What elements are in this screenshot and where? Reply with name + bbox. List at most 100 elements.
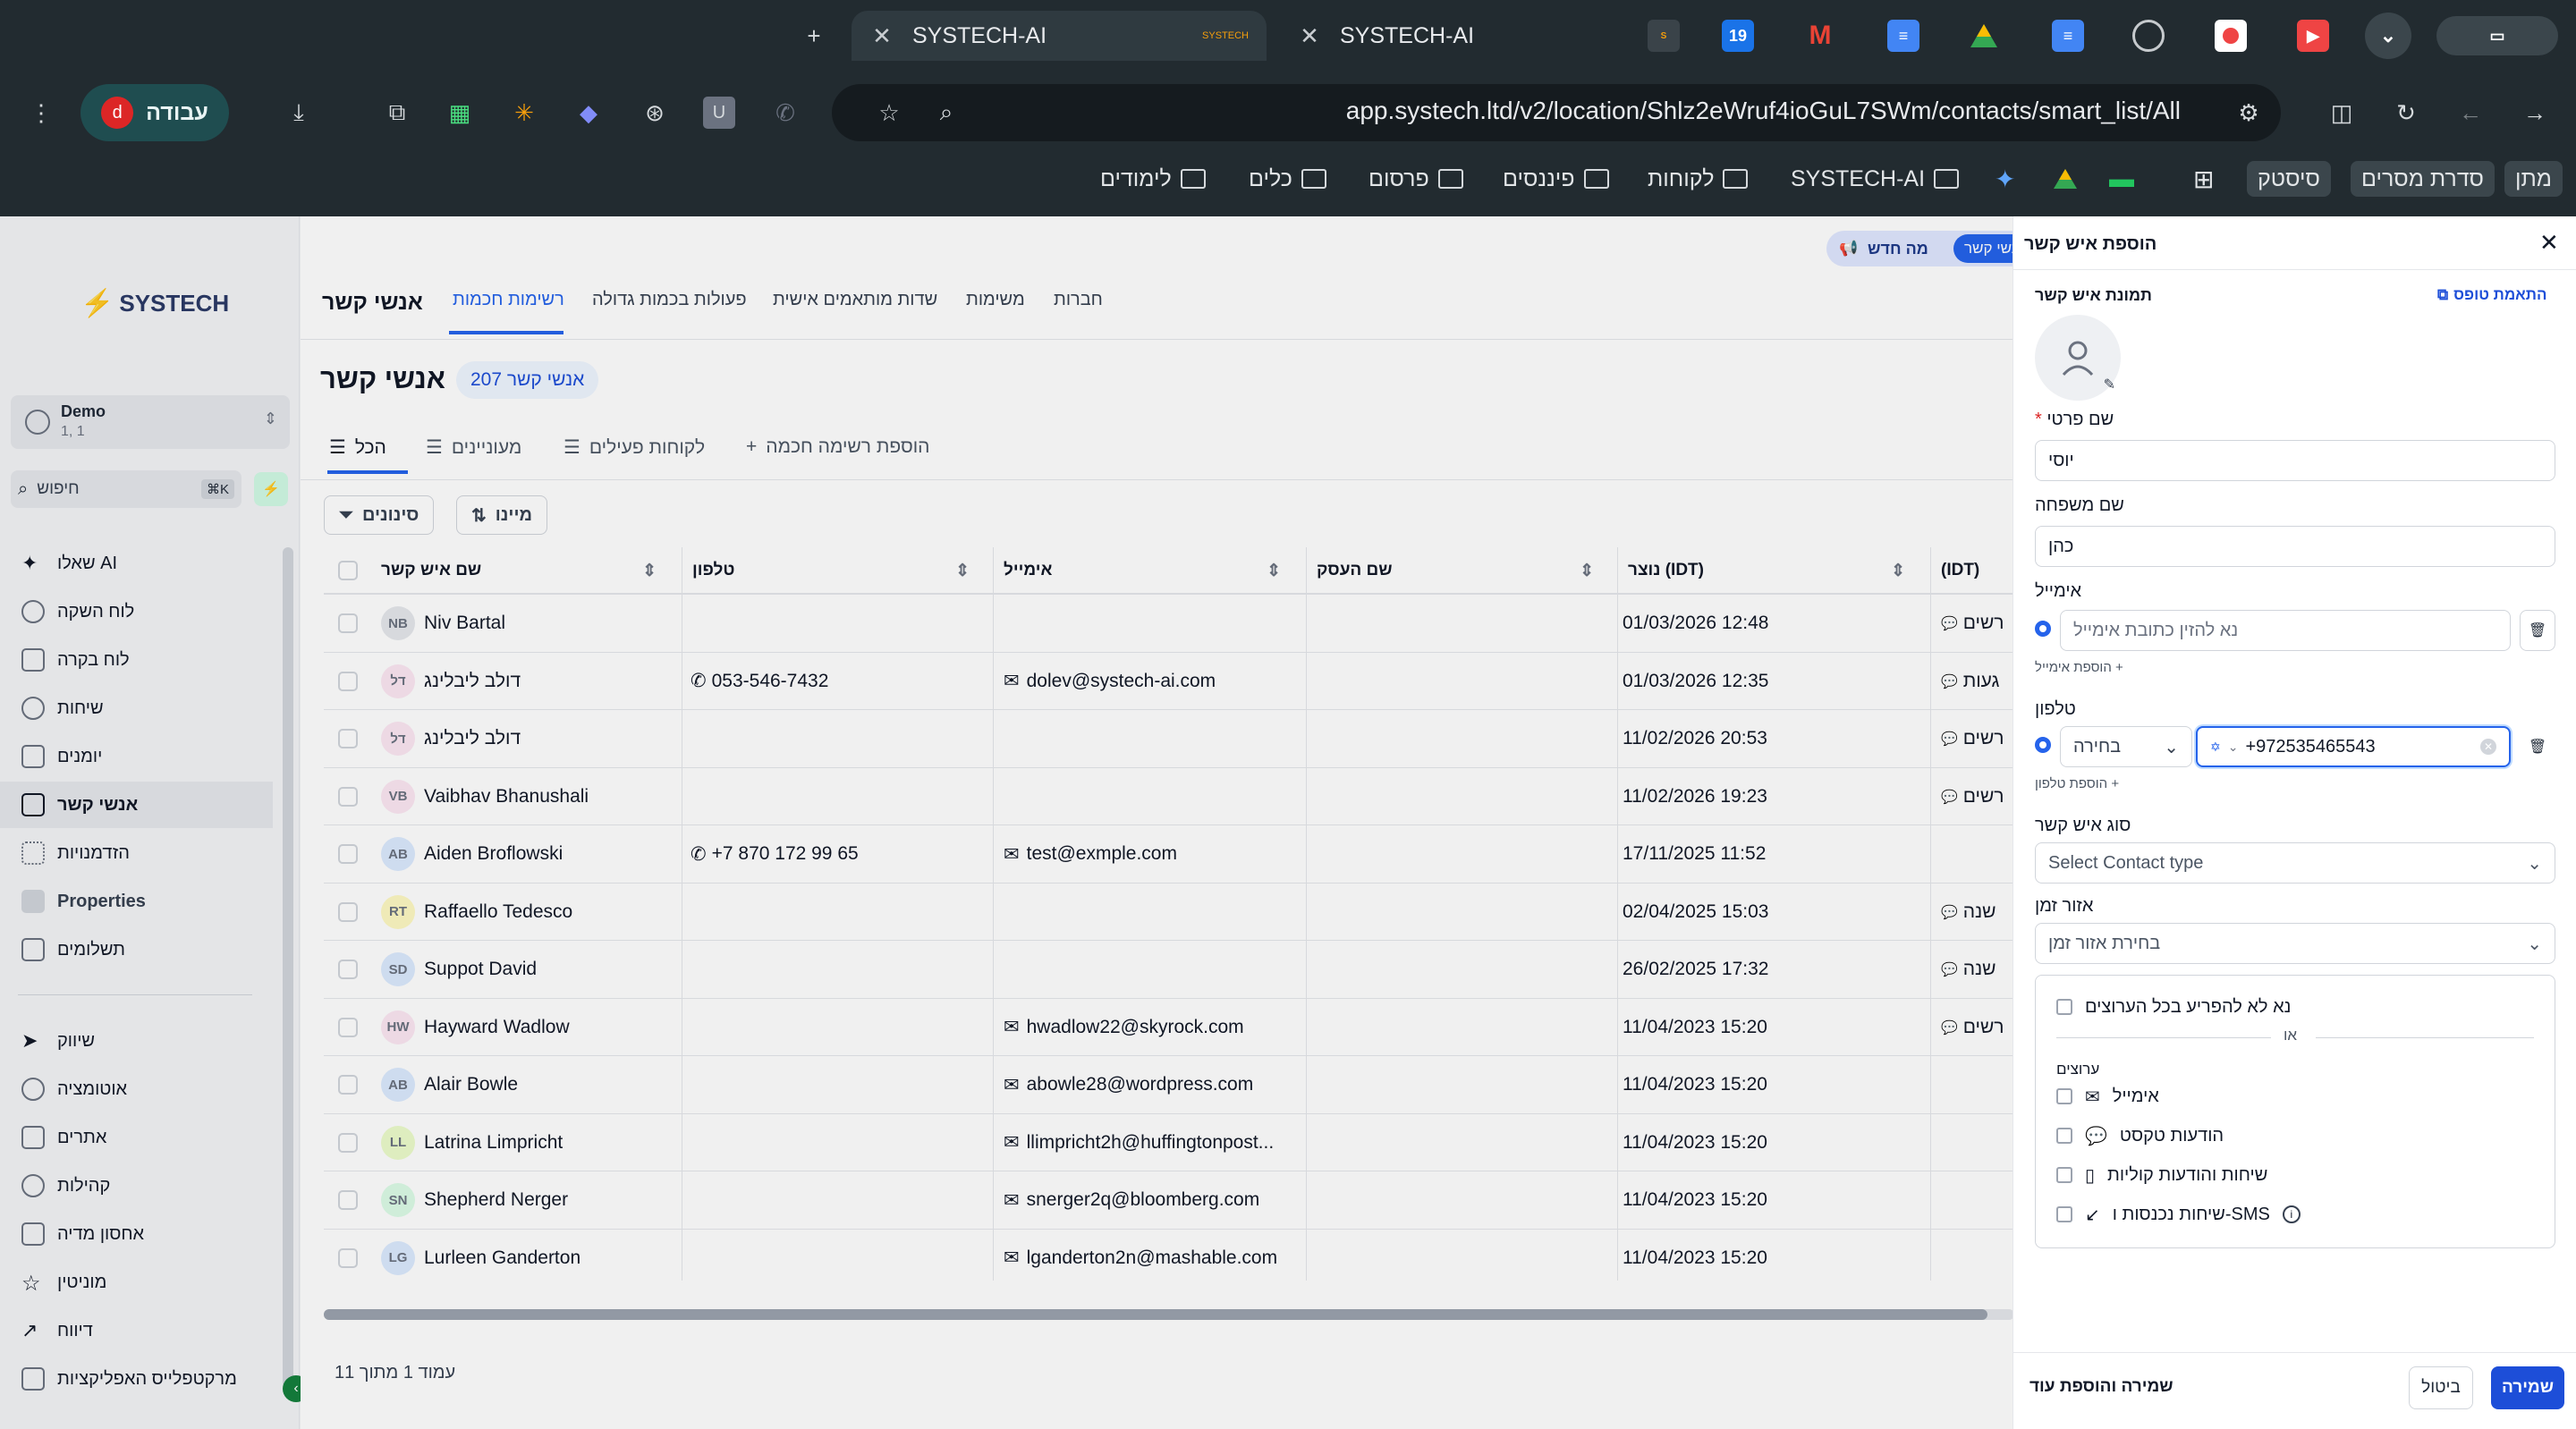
- trash-icon[interactable]: 🗑: [2520, 610, 2555, 651]
- ext-store-icon[interactable]: ▦: [444, 97, 476, 129]
- channel-label: שיחות נכנסות ו-SMS: [2112, 1204, 2270, 1224]
- channel-calls[interactable]: ▯ שיחות והודעות קוליות: [2056, 1161, 2267, 1189]
- or-label: או: [2284, 1027, 2298, 1044]
- tab-title: SYSTECH-AI: [912, 22, 1047, 48]
- first-name-input[interactable]: יוסי: [2035, 440, 2555, 481]
- tab-search-icon[interactable]: ⌄: [2365, 13, 2411, 59]
- ext-crystal-icon[interactable]: ◆: [572, 97, 605, 129]
- modal-backdrop[interactable]: [0, 216, 2012, 1429]
- save-button[interactable]: שמירה: [2491, 1366, 2564, 1409]
- channel-checkbox[interactable]: [2056, 1206, 2072, 1222]
- dnd-all-option[interactable]: נא לא להפריע בכל הערוצים: [2056, 993, 2291, 1021]
- inbound-arrow-icon: ↙: [2085, 1205, 2100, 1225]
- channel-checkbox[interactable]: [2056, 1088, 2072, 1104]
- docs2-pin-icon[interactable]: ≡: [2052, 20, 2084, 52]
- channel-sms[interactable]: 💬 הודעות טקסט: [2056, 1121, 2224, 1150]
- sheets-bookmark-icon[interactable]: ▬: [2109, 161, 2134, 197]
- add-email-link[interactable]: הוספת אימייל +: [2035, 660, 2123, 675]
- app-pin-icon[interactable]: [2215, 20, 2247, 52]
- extensions-icon[interactable]: ⧉: [381, 97, 413, 129]
- phone-primary-radio[interactable]: [2035, 737, 2051, 753]
- chevron-down-icon: ⌄: [2227, 739, 2239, 754]
- bookmark-pirsum[interactable]: פרסום: [1368, 161, 1463, 197]
- bookmark-kelim[interactable]: כלים: [1249, 161, 1326, 197]
- folder-icon: [1180, 169, 1206, 189]
- tab-inactive[interactable]: ✕ SYSTECH-AI: [1279, 11, 1673, 61]
- bookmark-messages[interactable]: סדרת מסרים: [2351, 161, 2495, 197]
- channel-inbound[interactable]: ↙ שיחות נכנסות ו-SMS i: [2056, 1200, 2301, 1229]
- phone-type-select[interactable]: בחירה ⌄: [2060, 726, 2192, 767]
- pencil-icon[interactable]: ✎: [2104, 376, 2115, 393]
- divider-right: [2316, 1037, 2534, 1038]
- zoom-icon[interactable]: ⌕: [930, 97, 962, 129]
- drive-pin-icon[interactable]: [1968, 20, 2000, 52]
- contact-type-select[interactable]: Select Contact type ⌄: [2035, 842, 2555, 884]
- customize-form-link[interactable]: ⧉ התאמת טופס: [2437, 286, 2546, 304]
- bookmark-lmudim[interactable]: לימודים: [1100, 161, 1206, 197]
- add-phone-link[interactable]: הוספת טלפון +: [2035, 776, 2119, 791]
- split-view-icon[interactable]: ◫: [2326, 97, 2358, 129]
- back-icon[interactable]: ←: [2454, 97, 2487, 129]
- email-primary-radio[interactable]: [2035, 621, 2051, 637]
- cancel-button[interactable]: ביטול: [2409, 1366, 2473, 1409]
- download-icon[interactable]: ⤓: [283, 97, 315, 129]
- forward-icon[interactable]: →: [2519, 97, 2551, 129]
- calendar-pin-icon[interactable]: 19: [1722, 20, 1754, 52]
- ext-openai-icon[interactable]: ⊛: [639, 97, 671, 129]
- globe-pin-icon[interactable]: [2132, 20, 2165, 52]
- bookmark-finance[interactable]: פיננסים: [1503, 161, 1609, 197]
- timezone-select[interactable]: בחירת אזור זמן ⌄: [2035, 923, 2555, 964]
- avatar-upload[interactable]: ✎: [2035, 315, 2121, 401]
- address-bar[interactable]: ☆ ⌕ app.systech.ltd/v2/location/Shlz2eWr…: [832, 84, 2281, 141]
- clear-icon[interactable]: ✕: [2480, 739, 2496, 755]
- close-icon[interactable]: ✕: [869, 22, 894, 50]
- ext-u-icon[interactable]: U: [703, 97, 735, 129]
- first-name-label: שם פרטי *: [2035, 410, 2536, 430]
- phone-icon: ▯: [2085, 1165, 2096, 1186]
- trash-icon[interactable]: 🗑: [2520, 726, 2555, 767]
- channels-label: ערוצים: [2056, 1061, 2100, 1078]
- menu-dots-icon[interactable]: ⋮: [25, 97, 57, 129]
- docs-pin-icon[interactable]: ≡: [1887, 20, 1919, 52]
- external-link-icon: ⧉: [2437, 286, 2449, 303]
- bookmark-label: לימודים: [1100, 165, 1172, 191]
- ext-phone-icon[interactable]: ✆: [769, 97, 801, 129]
- new-tab-icon[interactable]: +: [798, 20, 830, 52]
- profile-chip[interactable]: d עבודה: [80, 84, 229, 141]
- bookmark-systech-ai[interactable]: SYSTECH-AI: [1791, 161, 1960, 197]
- last-name-input[interactable]: כהן: [2035, 526, 2555, 567]
- info-icon[interactable]: i: [2282, 1205, 2301, 1223]
- form-link-label: התאמת טופס: [2453, 286, 2547, 303]
- phone-input[interactable]: ✡ ⌄ +972535465543 ✕: [2196, 726, 2511, 767]
- gemini-icon[interactable]: ✦: [1995, 161, 2015, 197]
- bookmark-matan[interactable]: מתן: [2504, 161, 2563, 197]
- panel-title: הוספת איש קשר: [2024, 234, 2157, 254]
- gmail-pin-icon[interactable]: M: [1804, 20, 1836, 52]
- first-name-value: יוסי: [2048, 450, 2074, 470]
- reload-icon[interactable]: ↻: [2390, 97, 2422, 129]
- channel-email[interactable]: ✉ אימייל: [2056, 1082, 2159, 1111]
- save-add-more-button[interactable]: שמירה והוספת עוד: [2029, 1377, 2174, 1397]
- tab-active[interactable]: ✕ SYSTECH-AI SYSTECH: [852, 11, 1267, 61]
- profile-avatar: d: [101, 97, 134, 129]
- site-settings-icon[interactable]: ⚙: [2233, 97, 2265, 129]
- contact-type-label: סוג איש קשר: [2035, 816, 2131, 835]
- close-icon[interactable]: ✕: [2539, 229, 2559, 257]
- bookmark-systech[interactable]: סיסטק: [2247, 161, 2331, 197]
- channel-checkbox[interactable]: [2056, 1167, 2072, 1183]
- email-input[interactable]: נא להזין כתובת אימייל: [2060, 610, 2511, 651]
- apps-grid-icon[interactable]: ⊞: [2193, 161, 2214, 197]
- ext-claude-icon[interactable]: ✳: [508, 97, 540, 129]
- bookmark-star-icon[interactable]: ☆: [873, 97, 905, 129]
- systech-pin-icon[interactable]: S: [1648, 20, 1680, 52]
- close-icon[interactable]: ✕: [1297, 22, 1322, 50]
- channel-checkbox[interactable]: [2056, 1128, 2072, 1144]
- window-icon[interactable]: ▭: [2436, 16, 2558, 55]
- chevron-down-icon: ⌄: [2527, 934, 2542, 954]
- channel-label: אימייל: [2112, 1086, 2159, 1106]
- bookmark-clients[interactable]: לקוחות: [1648, 161, 1749, 197]
- required-mark: *: [2035, 410, 2042, 429]
- youtube-pin-icon[interactable]: ▶: [2297, 20, 2329, 52]
- drive-bookmark-icon[interactable]: [2052, 161, 2079, 197]
- dnd-all-checkbox[interactable]: [2056, 999, 2072, 1015]
